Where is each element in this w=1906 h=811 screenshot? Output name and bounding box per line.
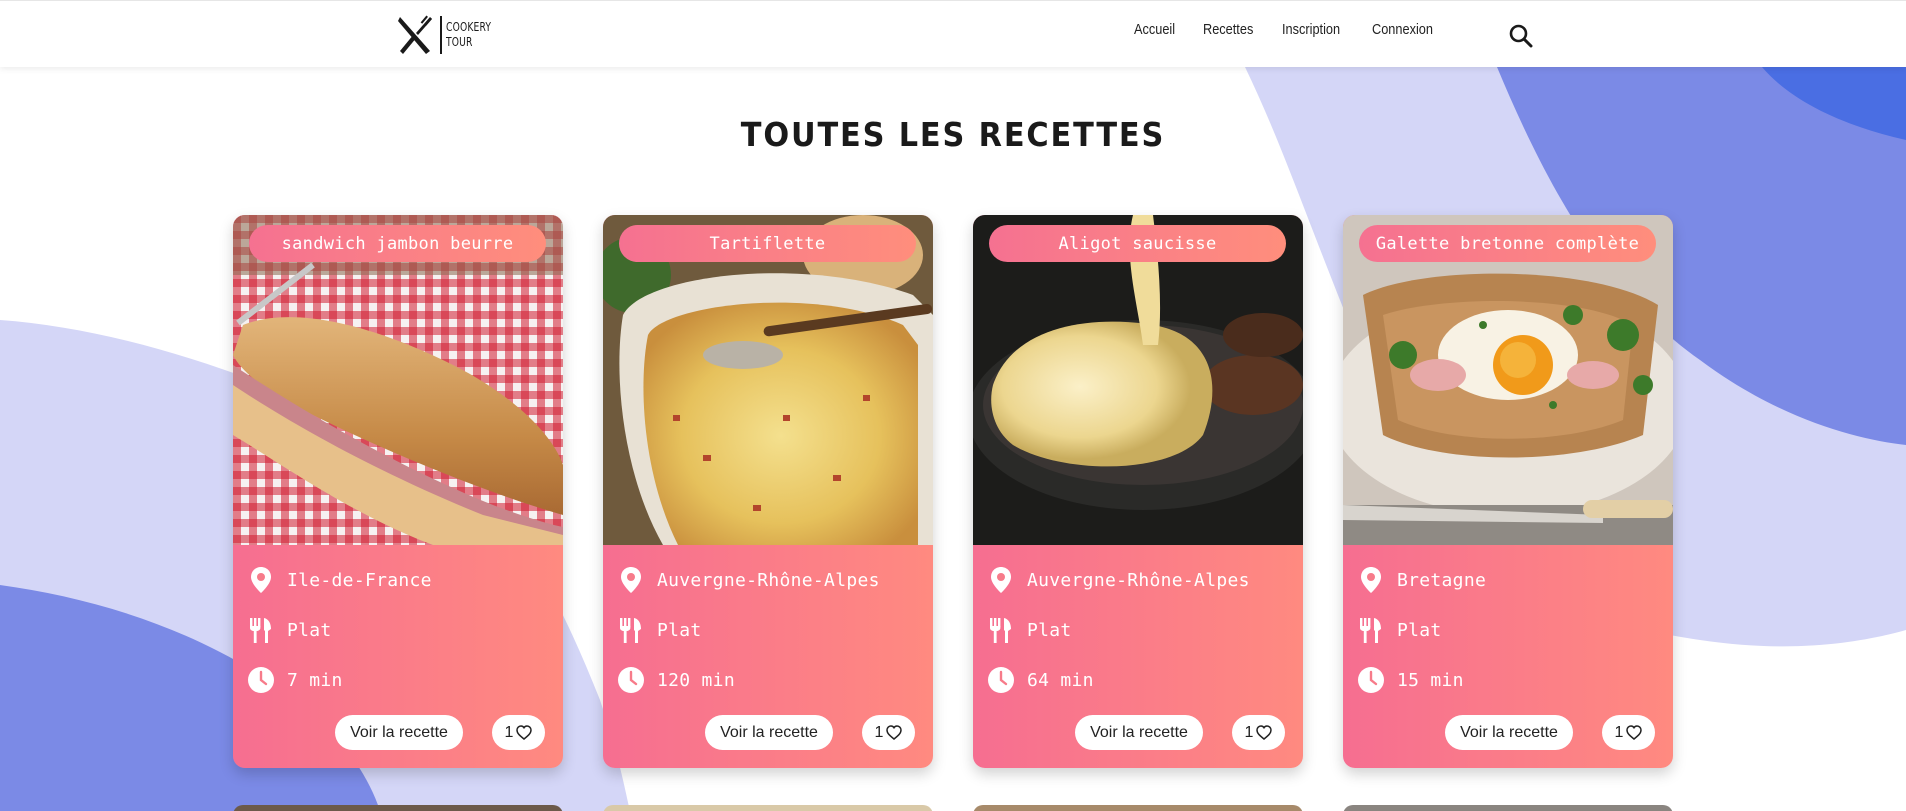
heart-icon (886, 725, 903, 740)
recipe-image (1343, 215, 1673, 545)
clock-icon (987, 666, 1015, 694)
location-pin-icon (617, 566, 645, 594)
nav-inscription[interactable]: Inscription (1282, 21, 1340, 38)
heart-icon (1626, 725, 1643, 740)
recipe-card[interactable]: sandwich jambon beurre Ile-de-France Pla… (233, 215, 563, 768)
like-count: 1 (874, 723, 884, 741)
logo-line1: COOKERY (446, 20, 492, 34)
recipe-region: Ile-de-France (287, 569, 432, 591)
location-pin-icon (1357, 566, 1385, 594)
recipe-title: sandwich jambon beurre (249, 225, 546, 262)
recipe-type: Plat (657, 619, 702, 641)
recipe-type: Plat (1027, 619, 1072, 641)
utensils-icon (247, 616, 275, 644)
recipe-image (603, 215, 933, 545)
like-button[interactable]: 1 (1602, 715, 1655, 750)
page-title: TOUTES LES RECETTES (740, 115, 1166, 154)
heart-icon (516, 725, 533, 740)
view-recipe-button[interactable]: Voir la recette (335, 715, 463, 750)
site-logo[interactable]: COOKERY TOUR (396, 15, 499, 55)
cutlery-icon (398, 15, 432, 54)
clock-icon (247, 666, 275, 694)
utensils-icon (1357, 616, 1385, 644)
like-button[interactable]: 1 (1232, 715, 1285, 750)
heart-icon (1256, 725, 1273, 740)
like-button[interactable]: 1 (862, 715, 915, 750)
recipe-time: 15 min (1397, 669, 1464, 691)
search-icon (1509, 24, 1533, 48)
utensils-icon (617, 616, 645, 644)
recipe-region: Bretagne (1397, 569, 1487, 591)
recipe-card-next-row (973, 805, 1303, 811)
recipe-card[interactable]: Tartiflette Auvergne-Rhône-Alpes Plat 12… (603, 215, 933, 768)
recipe-type: Plat (287, 619, 332, 641)
recipe-region: Auvergne-Rhône-Alpes (1027, 569, 1250, 591)
recipe-time: 64 min (1027, 669, 1094, 691)
recipe-image (233, 215, 563, 545)
recipe-image (973, 215, 1303, 545)
clock-icon (1357, 666, 1385, 694)
recipe-title: Aligot saucisse (989, 225, 1286, 262)
recipe-region: Auvergne-Rhône-Alpes (657, 569, 880, 591)
utensils-icon (987, 616, 1015, 644)
recipe-time: 120 min (657, 669, 735, 691)
location-pin-icon (247, 566, 275, 594)
clock-icon (617, 666, 645, 694)
site-header: COOKERY TOUR Accueil Recettes Inscriptio… (0, 0, 1906, 67)
view-recipe-button[interactable]: Voir la recette (1445, 715, 1573, 750)
like-button[interactable]: 1 (492, 715, 545, 750)
recipe-title: Tartiflette (619, 225, 916, 262)
recipe-card-next-row (233, 805, 563, 811)
recipe-time: 7 min (287, 669, 343, 691)
recipe-title: Galette bretonne complète (1359, 225, 1656, 262)
like-count: 1 (1614, 723, 1624, 741)
recipe-type: Plat (1397, 619, 1442, 641)
like-count: 1 (1244, 723, 1254, 741)
recipe-card-next-row (603, 805, 933, 811)
like-count: 1 (504, 723, 514, 741)
nav-recettes[interactable]: Recettes (1203, 21, 1253, 38)
recipe-card[interactable]: Aligot saucisse Auvergne-Rhône-Alpes Pla… (973, 215, 1303, 768)
recipe-card[interactable]: Galette bretonne complète Bretagne Plat … (1343, 215, 1673, 768)
view-recipe-button[interactable]: Voir la recette (1075, 715, 1203, 750)
recipe-card-next-row (1343, 805, 1673, 811)
nav-connexion[interactable]: Connexion (1372, 21, 1433, 38)
location-pin-icon (987, 566, 1015, 594)
nav-accueil[interactable]: Accueil (1134, 21, 1175, 38)
view-recipe-button[interactable]: Voir la recette (705, 715, 833, 750)
search-button[interactable] (1508, 23, 1534, 49)
logo-line2: TOUR (446, 35, 473, 49)
logo-text: COOKERY TOUR (446, 20, 491, 50)
logo-divider (440, 16, 442, 54)
